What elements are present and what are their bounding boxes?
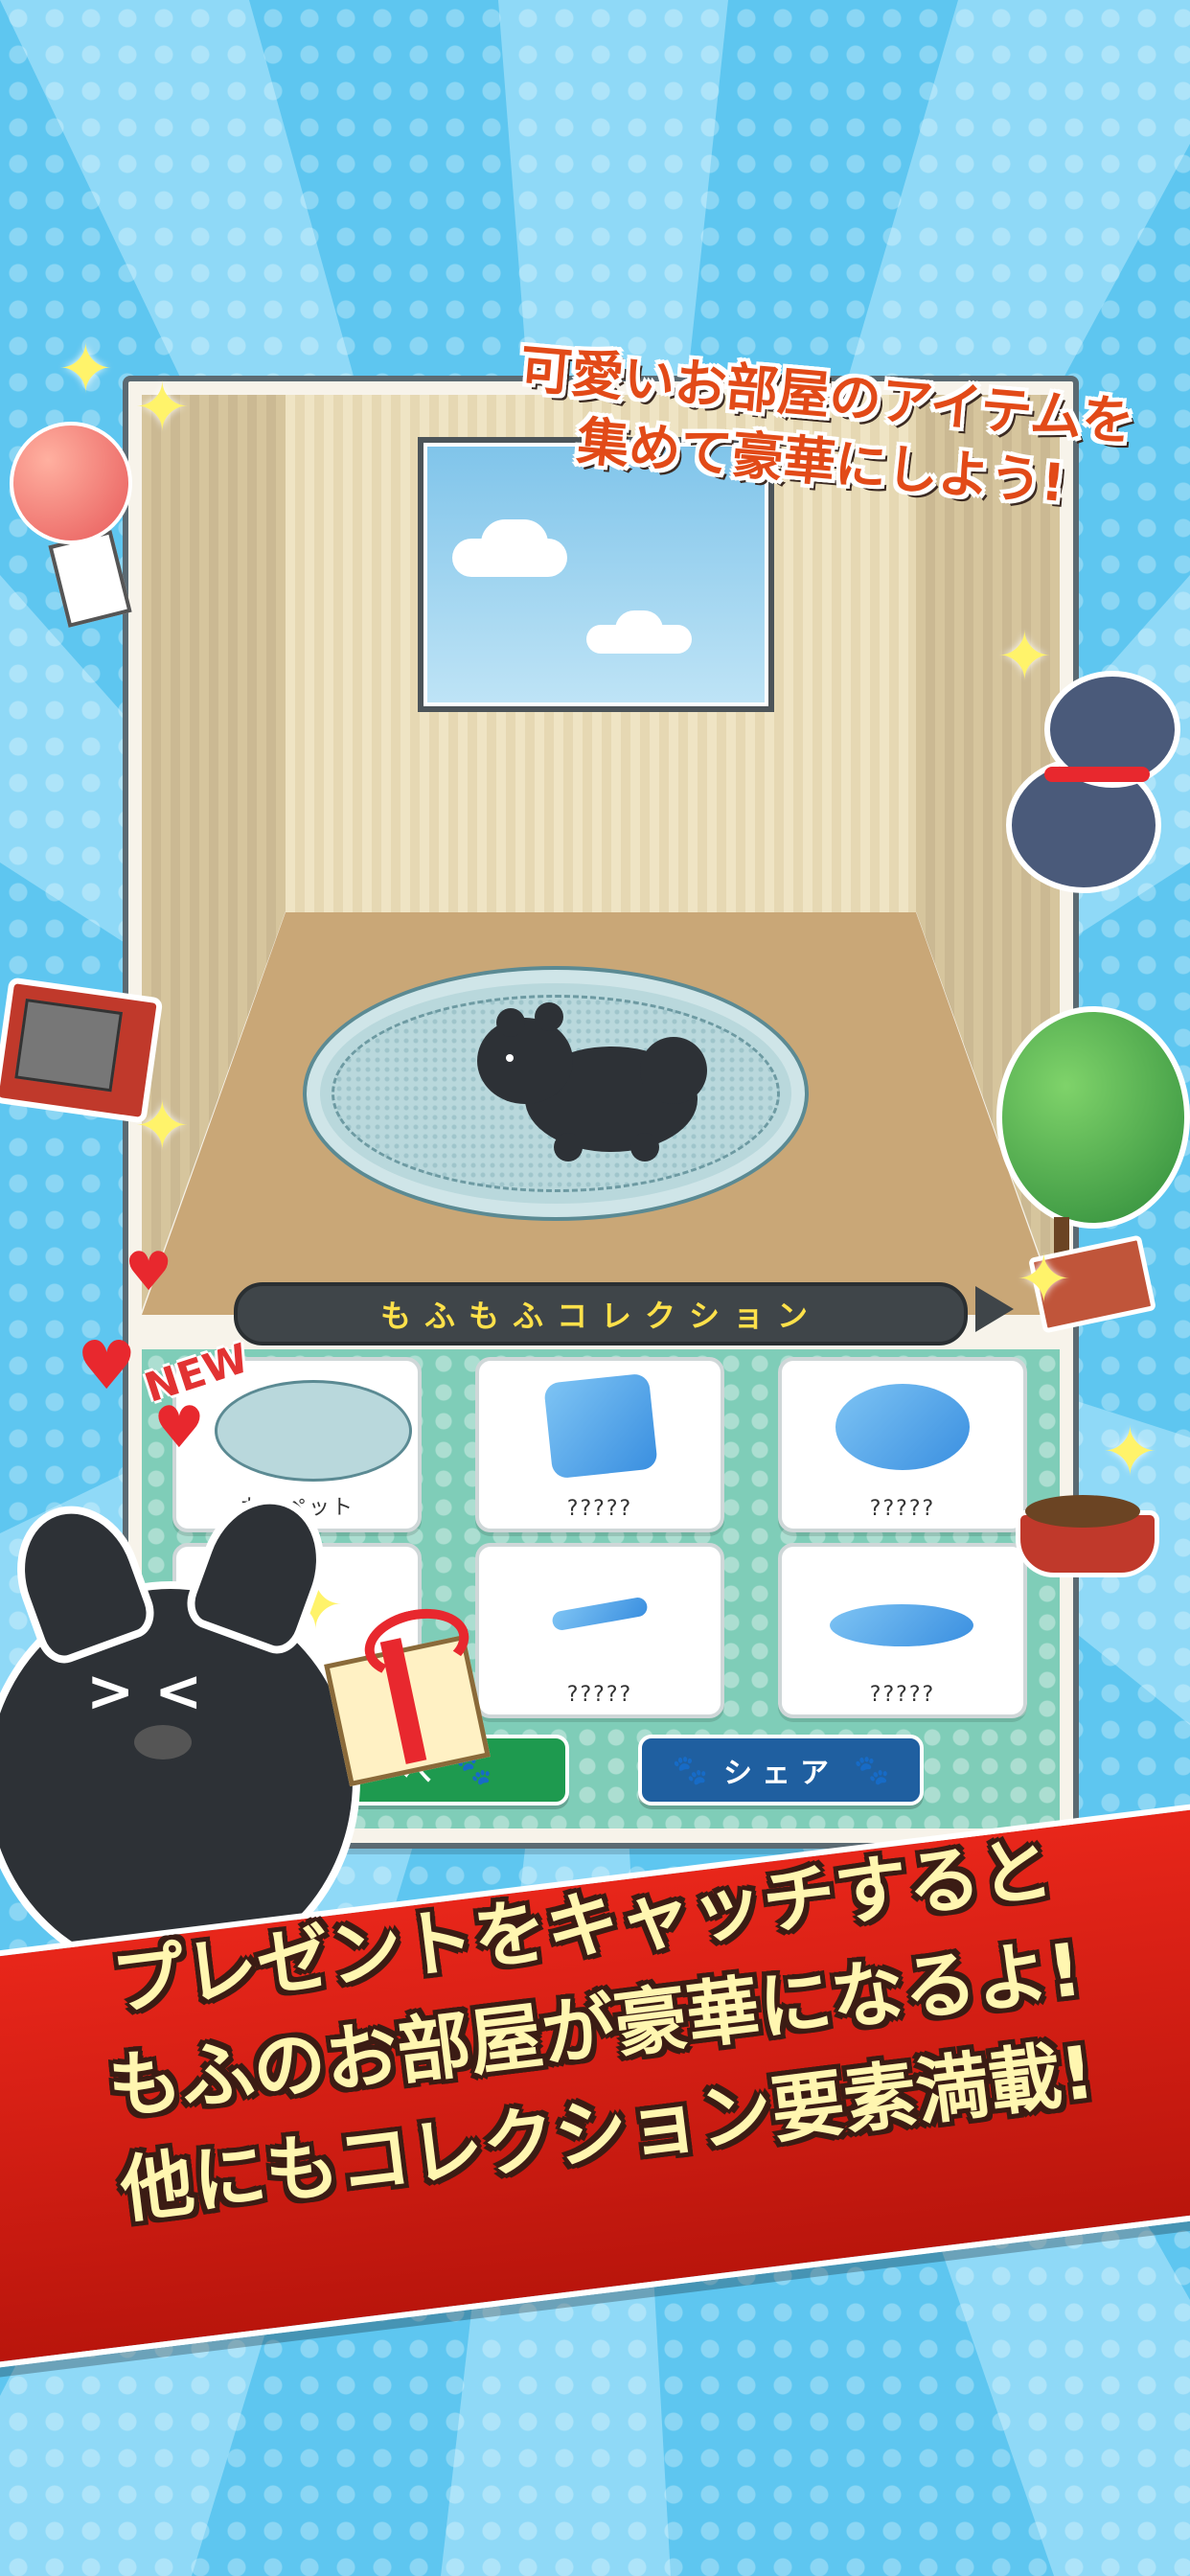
collection-title: もふもふコレクション xyxy=(379,1298,821,1334)
collection-item-card[interactable]: ????? xyxy=(475,1543,724,1718)
cat-plush-sticker xyxy=(987,671,1180,893)
collection-item-card[interactable]: ????? xyxy=(778,1543,1027,1718)
pet-bed-icon xyxy=(830,1604,973,1646)
collection-item-card[interactable]: ????? xyxy=(778,1357,1027,1532)
share-button[interactable]: 🐾 シェア 🐾 xyxy=(638,1735,924,1806)
collection-item-label: ????? xyxy=(566,1683,633,1707)
tv-sticker xyxy=(0,968,164,1124)
heart-icon: ♥ xyxy=(125,1241,173,1303)
paw-icon: 🐾 xyxy=(854,1753,890,1787)
sparkle-icon: ✦ xyxy=(1016,1240,1072,1319)
squint-eyes: > < xyxy=(86,1658,203,1725)
flower-pot-sticker xyxy=(10,422,134,632)
cushion-icon xyxy=(543,1372,658,1480)
pomeranian-character[interactable] xyxy=(468,1002,717,1162)
bone-toy-icon xyxy=(551,1596,649,1632)
sparkle-icon: ✦ xyxy=(134,1087,191,1165)
share-button-label: シェア xyxy=(723,1757,838,1790)
fluffy-bed-icon xyxy=(835,1384,970,1470)
gift-box-icon xyxy=(324,1599,491,1787)
paw-icon: 🐾 xyxy=(672,1753,708,1787)
collection-title-bar: もふもふコレクション xyxy=(234,1282,968,1346)
sparkle-icon: ✦ xyxy=(134,368,191,447)
sparkle-icon: ✦ xyxy=(996,617,1053,696)
collection-item-label: ????? xyxy=(869,1683,936,1707)
sparkle-icon: ✦ xyxy=(57,330,114,408)
collection-item-card[interactable]: ????? xyxy=(475,1357,724,1532)
sparkle-icon: ✦ xyxy=(1102,1413,1158,1491)
collection-item-label: ????? xyxy=(566,1497,633,1521)
dog-food-bowl-sticker xyxy=(1016,1491,1159,1577)
heart-icon: ♥ xyxy=(77,1326,137,1405)
collection-item-label: ????? xyxy=(869,1497,936,1521)
